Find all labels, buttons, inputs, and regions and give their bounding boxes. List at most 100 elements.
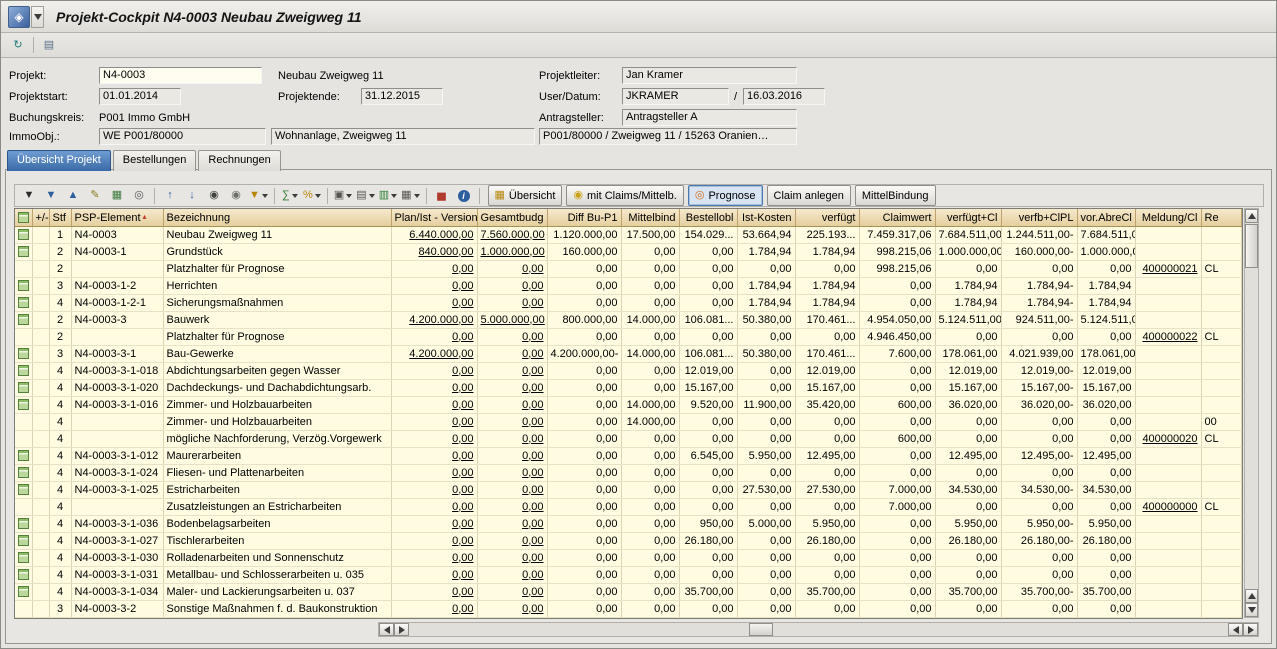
cell-gesamt[interactable]: 0,00 — [477, 499, 547, 516]
cell-plan[interactable]: 0,00 — [391, 278, 477, 295]
cell-meldung[interactable]: 400000020 — [1135, 431, 1201, 448]
cell-link[interactable]: 0,00 — [522, 501, 543, 513]
col-header-rowicon[interactable] — [15, 209, 32, 227]
cell-link[interactable]: 1.000.000,00 — [481, 246, 545, 258]
antragsteller-field[interactable]: Antragsteller A — [622, 109, 797, 126]
cell-plan[interactable]: 0,00 — [391, 499, 477, 516]
projektstart-field[interactable]: 01.01.2014 — [99, 88, 181, 105]
grid-row[interactable]: 4N4-0003-3-1-031Metallbau- und Schlosser… — [15, 567, 1241, 584]
edit-icon[interactable]: ✎ — [84, 186, 106, 206]
cell-link[interactable]: 400000021 — [1142, 263, 1197, 275]
cell-gesamt[interactable]: 0,00 — [477, 397, 547, 414]
cell-link[interactable]: 0,00 — [522, 586, 543, 598]
sort-up-icon[interactable]: ▲ — [62, 186, 84, 206]
scroll-page-up-button[interactable] — [1245, 589, 1258, 603]
cell-gesamt[interactable]: 0,00 — [477, 482, 547, 499]
cell-plan[interactable]: 0,00 — [391, 482, 477, 499]
subtotal-icon[interactable]: % — [301, 186, 323, 206]
grid-row[interactable]: 2Platzhalter für Prognose0,000,000,000,0… — [15, 329, 1241, 346]
col-header-re[interactable]: Re — [1201, 209, 1241, 227]
grid-row[interactable]: 1N4-0003Neubau Zweigweg 116.440.000,007.… — [15, 227, 1241, 244]
address-field[interactable]: P001/80000 / Zweigweg 11 / 15263 Oranien… — [539, 128, 797, 145]
grid-row[interactable]: 4N4-0003-3-1-027Tischlerarbeiten0,000,00… — [15, 533, 1241, 550]
projektende-field[interactable]: 31.12.2015 — [361, 88, 443, 105]
graphic-icon[interactable]: ▅ — [431, 186, 453, 206]
cell-link[interactable]: 0,00 — [522, 365, 543, 377]
cell-plan[interactable]: 0,00 — [391, 601, 477, 618]
col-header-diff[interactable]: Diff Bu-P1 — [547, 209, 621, 227]
cell-gesamt[interactable]: 5.000.000,00 — [477, 312, 547, 329]
cell-plan[interactable]: 0,00 — [391, 431, 477, 448]
horizontal-scroll-thumb[interactable] — [749, 623, 773, 636]
sort-descending-icon[interactable]: ↓ — [181, 186, 203, 206]
cell-link[interactable]: 0,00 — [452, 433, 473, 445]
projekt-field[interactable]: N4-0003 — [99, 67, 262, 84]
detail-icon[interactable] — [18, 246, 29, 257]
col-header-verfbclpl[interactable]: verfb+ClPL — [1001, 209, 1077, 227]
cell-link[interactable]: 0,00 — [452, 586, 473, 598]
projektleiter-field[interactable]: Jan Kramer — [622, 67, 797, 84]
detail-icon[interactable] — [18, 348, 29, 359]
cell-gesamt[interactable]: 0,00 — [477, 261, 547, 278]
grid-row[interactable]: 3N4-0003-1-2Herrichten0,000,000,000,000,… — [15, 278, 1241, 295]
cell-gesamt[interactable]: 1.000.000,00 — [477, 244, 547, 261]
grid-row[interactable]: 4N4-0003-3-1-016Zimmer- und Holzbauarbei… — [15, 397, 1241, 414]
cell-link[interactable]: 0,00 — [452, 518, 473, 530]
find-next-icon[interactable]: ◉ — [225, 186, 247, 206]
grid-row[interactable]: 4N4-0003-1-2-1Sicherungsmaßnahmen0,000,0… — [15, 295, 1241, 312]
detail-icon[interactable] — [18, 484, 29, 495]
cell-link[interactable]: 400000022 — [1142, 331, 1197, 343]
cell-link[interactable]: 400000020 — [1142, 433, 1197, 445]
horizontal-scroll-track[interactable] — [409, 623, 1228, 636]
cell-gesamt[interactable]: 0,00 — [477, 295, 547, 312]
cell-gesamt[interactable]: 0,00 — [477, 550, 547, 567]
cell-gesamt[interactable]: 0,00 — [477, 329, 547, 346]
cell-link[interactable]: 0,00 — [522, 518, 543, 530]
cell-link[interactable]: 5.000.000,00 — [481, 314, 545, 326]
cell-plan[interactable]: 0,00 — [391, 550, 477, 567]
refresh-icon[interactable]: ↻ — [7, 35, 29, 55]
vertical-scroll-thumb[interactable] — [1245, 224, 1258, 268]
immoobj-description-field[interactable]: Wohnanlage, Zweigweg 11 — [271, 128, 535, 145]
cell-plan[interactable]: 0,00 — [391, 584, 477, 601]
app-icon[interactable]: ◈ — [8, 6, 30, 28]
cell-link[interactable]: 0,00 — [452, 467, 473, 479]
cell-link[interactable]: 0,00 — [522, 450, 543, 462]
cell-meldung[interactable]: 400000021 — [1135, 261, 1201, 278]
tab-bestellungen[interactable]: Bestellungen — [113, 150, 197, 171]
cell-plan[interactable]: 0,00 — [391, 261, 477, 278]
cell-plan[interactable]: 0,00 — [391, 465, 477, 482]
col-header-stf[interactable]: Stf — [49, 209, 71, 227]
cell-link[interactable]: 0,00 — [452, 484, 473, 496]
print-icon[interactable]: ▣ — [332, 186, 354, 206]
grid-row[interactable]: 4Zusatzleistungen an Estricharbeiten0,00… — [15, 499, 1241, 516]
cell-link[interactable]: 0,00 — [522, 382, 543, 394]
tab-uebersicht-projekt[interactable]: Übersicht Projekt — [7, 150, 111, 171]
cell-link[interactable]: 0,00 — [452, 552, 473, 564]
views-icon[interactable]: ▤ — [354, 186, 376, 206]
col-header-psp[interactable]: PSP-Element▴ — [71, 209, 163, 227]
grid-row[interactable]: 4N4-0003-3-1-030Rolladenarbeiten und Son… — [15, 550, 1241, 567]
detail-icon[interactable] — [18, 467, 29, 478]
scroll-right-button-left[interactable] — [394, 623, 409, 636]
grid-row[interactable]: 4Zimmer- und Holzbauarbeiten0,000,000,00… — [15, 414, 1241, 431]
grid-row[interactable]: 3N4-0003-3-1Bau-Gewerke4.200.000,000,004… — [15, 346, 1241, 363]
col-header-vorabrecl[interactable]: vor.AbreCl — [1077, 209, 1135, 227]
scroll-left-button[interactable] — [379, 623, 394, 636]
cell-plan[interactable]: 0,00 — [391, 448, 477, 465]
col-header-plan[interactable]: Plan/Ist - Version — [391, 209, 477, 227]
mittelbindung-button[interactable]: MittelBindung — [855, 185, 936, 206]
grid-row[interactable]: 4N4-0003-3-1-025Estricharbeiten0,000,000… — [15, 482, 1241, 499]
find-icon[interactable]: ◉ — [203, 186, 225, 206]
cell-link[interactable]: 400000000 — [1142, 501, 1197, 513]
cell-link[interactable]: 0,00 — [522, 569, 543, 581]
detail-icon[interactable] — [18, 535, 29, 546]
cell-link[interactable]: 7.560.000,00 — [481, 229, 545, 241]
grid-row[interactable]: 2Platzhalter für Prognose0,000,000,000,0… — [15, 261, 1241, 278]
grid-row[interactable]: 4N4-0003-3-1-034Maler- und Lackierungsar… — [15, 584, 1241, 601]
cell-link[interactable]: 0,00 — [522, 263, 543, 275]
cell-plan[interactable]: 0,00 — [391, 516, 477, 533]
grid-row[interactable]: 2N4-0003-1Grundstück840.000,001.000.000,… — [15, 244, 1241, 261]
choose-detail-icon[interactable]: ◎ — [128, 186, 150, 206]
detail-icon[interactable] — [18, 280, 29, 291]
